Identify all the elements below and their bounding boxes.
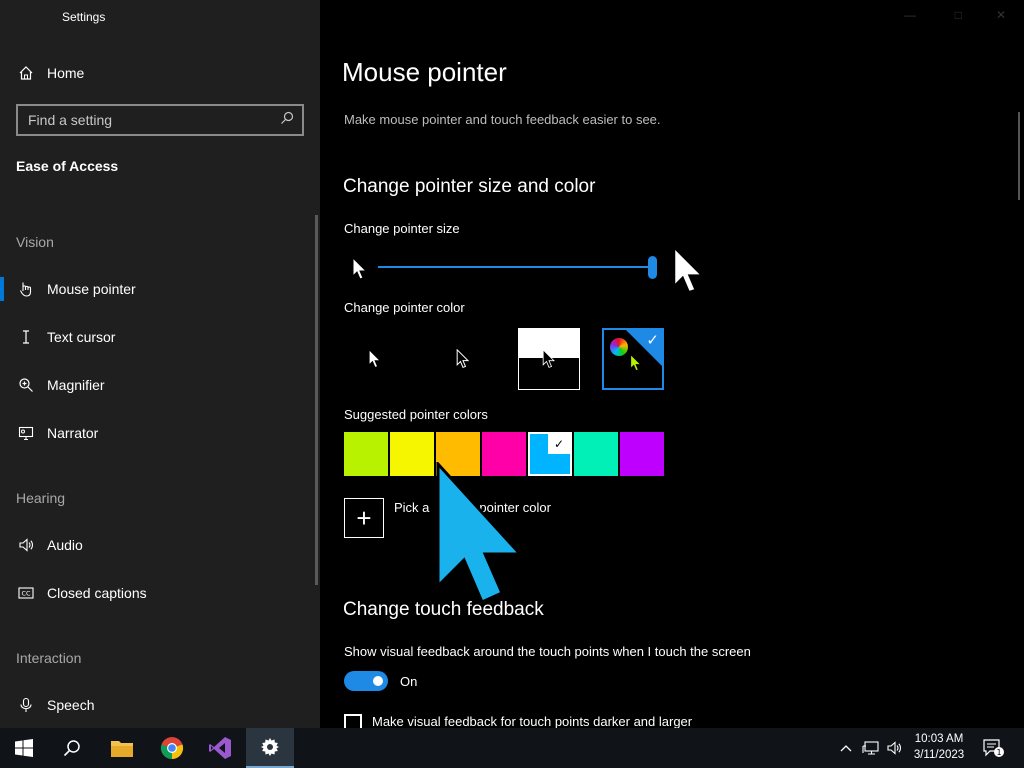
color-swatch[interactable] bbox=[390, 432, 434, 476]
section-title: Ease of Access bbox=[16, 158, 119, 174]
color-swatch[interactable]: ✓ bbox=[528, 432, 572, 476]
sidebar-item-mouse-pointer[interactable]: Mouse pointer bbox=[16, 277, 136, 301]
notification-count: 1 bbox=[996, 748, 1001, 757]
taskbar: 10:03 AM 3/11/2023 1 bbox=[0, 728, 1024, 768]
close-icon[interactable]: ✕ bbox=[996, 8, 1006, 22]
clock-date: 3/11/2023 bbox=[913, 749, 965, 761]
slider-track bbox=[378, 266, 654, 268]
sidebar-item-speech[interactable]: Speech bbox=[16, 693, 94, 717]
chrome-button[interactable] bbox=[148, 728, 196, 768]
sidebar-item-label: Text cursor bbox=[47, 329, 116, 345]
minimize-icon[interactable]: — bbox=[904, 8, 916, 22]
sidebar-item-text-cursor[interactable]: Text cursor bbox=[16, 325, 115, 349]
microphone-icon bbox=[16, 695, 36, 715]
main-content: — □ ✕ Mouse pointer Make mouse pointer a… bbox=[320, 0, 1024, 732]
clock-time: 10:03 AM bbox=[914, 733, 964, 745]
color-swatch[interactable] bbox=[344, 432, 388, 476]
black-pointer-icon bbox=[456, 349, 470, 368]
toggle-knob bbox=[373, 676, 383, 686]
mouse-pointer-icon bbox=[16, 279, 36, 299]
pick-color-button[interactable]: + bbox=[344, 498, 384, 538]
narrator-icon bbox=[16, 423, 36, 443]
search-box[interactable] bbox=[16, 104, 304, 136]
windows-icon bbox=[15, 739, 33, 757]
pointer-size-slider[interactable] bbox=[378, 255, 658, 279]
sidebar-item-magnifier[interactable]: Magnifier bbox=[16, 373, 105, 397]
slider-thumb[interactable] bbox=[648, 256, 657, 279]
gear-icon bbox=[261, 738, 279, 756]
large-mouse-cursor bbox=[430, 460, 524, 611]
sidebar-item-label: Narrator bbox=[47, 425, 99, 441]
checkmark-icon: ✓ bbox=[548, 434, 570, 454]
sidebar-scrollbar[interactable] bbox=[315, 215, 318, 585]
selected-indicator bbox=[0, 277, 4, 301]
custom-pointer-icon bbox=[630, 354, 642, 371]
network-icon[interactable] bbox=[860, 728, 882, 768]
color-wheel-icon bbox=[610, 338, 628, 356]
darker-feedback-label: Make visual feedback for touch points da… bbox=[372, 714, 693, 729]
visual-studio-button[interactable] bbox=[196, 728, 244, 768]
suggested-colors-label: Suggested pointer colors bbox=[344, 407, 488, 422]
magnifier-icon bbox=[16, 375, 36, 395]
white-pointer-icon bbox=[368, 349, 382, 368]
small-pointer-icon bbox=[352, 256, 368, 286]
pointer-color-black-option[interactable] bbox=[432, 328, 494, 390]
start-button[interactable] bbox=[0, 728, 48, 768]
pointer-color-white-option[interactable] bbox=[344, 328, 406, 390]
visual-studio-icon bbox=[209, 737, 231, 759]
group-label-interaction: Interaction bbox=[16, 650, 82, 666]
tray-chevron-up-icon[interactable] bbox=[836, 728, 856, 768]
sidebar-item-audio[interactable]: Audio bbox=[16, 533, 83, 557]
toggle-state-label: On bbox=[400, 674, 418, 689]
touch-feedback-toggle[interactable] bbox=[344, 671, 388, 691]
chrome-icon bbox=[160, 737, 184, 760]
pointer-color-inverted-option[interactable] bbox=[518, 328, 580, 390]
file-explorer-button[interactable] bbox=[98, 728, 146, 768]
text-cursor-icon bbox=[16, 327, 36, 347]
search-input[interactable] bbox=[28, 112, 280, 128]
closed-captions-icon: CC bbox=[16, 583, 36, 603]
page-description: Make mouse pointer and touch feedback ea… bbox=[344, 112, 661, 127]
folder-icon bbox=[111, 741, 133, 757]
svg-text:CC: CC bbox=[21, 590, 31, 598]
sidebar-item-label: Audio bbox=[47, 537, 83, 553]
sidebar-item-label: Mouse pointer bbox=[47, 281, 136, 297]
app-title: Settings bbox=[62, 10, 106, 24]
pointer-color-custom-option[interactable]: ✓ bbox=[602, 328, 664, 390]
pointer-color-label: Change pointer color bbox=[344, 300, 465, 315]
home-icon bbox=[16, 63, 36, 83]
page-title: Mouse pointer bbox=[342, 57, 507, 87]
color-swatch[interactable] bbox=[574, 432, 618, 476]
volume-icon[interactable] bbox=[884, 728, 906, 768]
checkmark-icon: ✓ bbox=[646, 332, 659, 349]
sidebar-item-narrator[interactable]: Narrator bbox=[16, 421, 98, 445]
large-pointer-icon bbox=[672, 246, 706, 301]
sidebar-item-label: Closed captions bbox=[47, 585, 147, 601]
sidebar-item-closed-captions[interactable]: CC Closed captions bbox=[16, 581, 147, 605]
pointer-size-label: Change pointer size bbox=[344, 221, 460, 236]
search-icon[interactable] bbox=[280, 111, 294, 130]
settings-taskbar-button[interactable] bbox=[246, 728, 294, 768]
sidebar-item-label: Home bbox=[47, 65, 85, 81]
main-scrollbar[interactable] bbox=[1018, 112, 1020, 200]
taskbar-search-icon bbox=[63, 740, 80, 757]
sidebar-item-home[interactable]: Home bbox=[16, 61, 84, 85]
notification-center-icon[interactable]: 1 bbox=[978, 728, 1008, 768]
taskbar-clock[interactable]: 10:03 AM 3/11/2023 bbox=[908, 731, 970, 763]
section-heading-pointer: Change pointer size and color bbox=[343, 176, 596, 197]
search-button[interactable] bbox=[48, 728, 96, 768]
inverted-pointer-icon bbox=[542, 349, 556, 368]
sidebar: Settings Home Ease of Access Vision Mous… bbox=[0, 0, 320, 728]
group-label-vision: Vision bbox=[16, 234, 54, 250]
touch-feedback-label: Show visual feedback around the touch po… bbox=[344, 644, 751, 659]
color-swatch[interactable] bbox=[620, 432, 664, 476]
speaker-icon bbox=[16, 535, 36, 555]
sidebar-item-label: Magnifier bbox=[47, 377, 105, 393]
sidebar-item-label: Speech bbox=[47, 697, 95, 713]
maximize-icon[interactable]: □ bbox=[955, 8, 962, 22]
group-label-hearing: Hearing bbox=[16, 490, 66, 506]
